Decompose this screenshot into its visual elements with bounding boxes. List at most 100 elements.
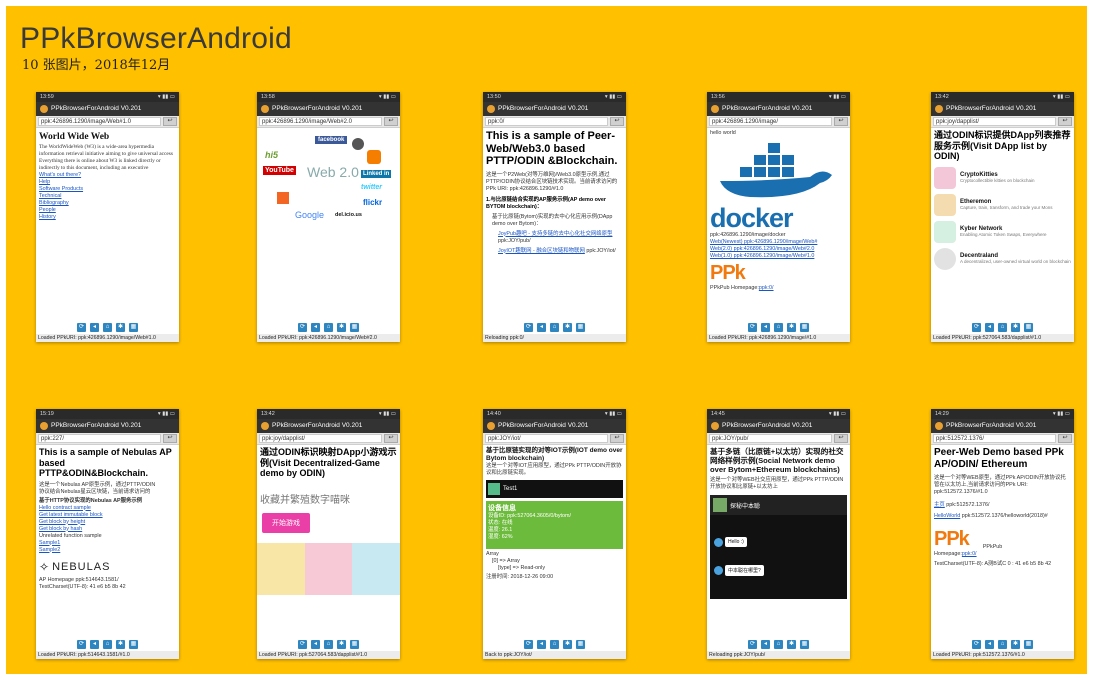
- back-icon[interactable]: ◂: [311, 322, 320, 332]
- settings-icon[interactable]: ✱: [787, 322, 796, 332]
- grid-icon[interactable]: ▦: [800, 639, 809, 649]
- home-icon[interactable]: ⌂: [324, 639, 333, 649]
- home-icon[interactable]: ⌂: [774, 322, 783, 332]
- back-icon[interactable]: ◂: [90, 639, 99, 649]
- back-icon[interactable]: ◂: [311, 639, 320, 649]
- grid-icon[interactable]: ▦: [1024, 639, 1033, 649]
- settings-icon[interactable]: ✱: [1011, 322, 1020, 332]
- home-icon[interactable]: ⌂: [550, 322, 559, 332]
- screenshot-web20[interactable]: 13:58 ▾ ▮▮ ▭ PPkBrowserForAndroid V0.201 …: [257, 92, 400, 342]
- grid-icon[interactable]: ▦: [129, 322, 138, 332]
- home-icon[interactable]: ⌂: [998, 322, 1007, 332]
- grid-icon[interactable]: ▦: [350, 322, 359, 332]
- app-icon: [261, 105, 269, 113]
- app-bar: PPkBrowserForAndroid V0.201: [931, 102, 1074, 116]
- url-input[interactable]: ppk:JOY/iot/: [485, 434, 608, 443]
- settings-icon[interactable]: ✱: [116, 639, 125, 649]
- url-input[interactable]: ppk:426896.1290/image/: [709, 117, 832, 126]
- url-input[interactable]: ppk:512572.1376/: [933, 434, 1056, 443]
- screenshot-docker[interactable]: 13:56 ▾ ▮▮ ▭ PPkBrowserForAndroid V0.201 …: [707, 92, 850, 342]
- back-icon[interactable]: ◂: [537, 639, 546, 649]
- refresh-icon[interactable]: ⟳: [77, 322, 86, 332]
- back-icon[interactable]: ◂: [761, 322, 770, 332]
- back-icon[interactable]: ◂: [985, 639, 994, 649]
- settings-icon[interactable]: ✱: [787, 639, 796, 649]
- back-icon[interactable]: ◂: [90, 322, 99, 332]
- link-joypub[interactable]: JoyPub趣吧 - 支持多链的去中心化社交网络原型: [498, 231, 612, 237]
- url-bar: ppk:joy/dapplist/↩: [257, 433, 400, 445]
- settings-icon[interactable]: ✱: [1011, 639, 1020, 649]
- device-info-panel: 设备信息 设备ID: ppk:527064.3605/0/bytom/ 状态: …: [486, 501, 623, 549]
- settings-icon[interactable]: ✱: [563, 322, 572, 332]
- nav-toolbar: ⟳ ◂ ⌂ ✱ ▦: [931, 637, 1074, 651]
- url-input[interactable]: ppk:227/: [38, 434, 161, 443]
- grid-icon[interactable]: ▦: [576, 639, 585, 649]
- grid-icon[interactable]: ▦: [350, 639, 359, 649]
- go-button[interactable]: ↩: [610, 117, 624, 126]
- home-icon[interactable]: ⌂: [998, 639, 1007, 649]
- list-item[interactable]: Kyber Network Enabling Atomic Token Swaps…: [934, 220, 1071, 243]
- refresh-icon[interactable]: ⟳: [972, 322, 981, 332]
- screenshot-nebulas[interactable]: 15:19 ▾ ▮▮ ▭ PPkBrowserForAndroid V0.201 …: [36, 409, 179, 659]
- screenshot-dapp-game[interactable]: 13:42 ▾ ▮▮ ▭ PPkBrowserForAndroid V0.201 …: [257, 409, 400, 659]
- url-input[interactable]: ppk:0/: [485, 117, 608, 126]
- url-input[interactable]: ppk:joy/dapplist/: [933, 117, 1056, 126]
- url-bar: ppk:426896.1290/image/↩: [707, 116, 850, 128]
- refresh-icon[interactable]: ⟳: [748, 322, 757, 332]
- go-button[interactable]: ↩: [384, 434, 398, 443]
- go-button[interactable]: ↩: [163, 117, 177, 126]
- screenshot-www[interactable]: 13:59 ▾ ▮▮ ▭ PPkBrowserForAndroid V0.201 …: [36, 92, 179, 342]
- homepage-link[interactable]: ppk:0/: [759, 285, 774, 291]
- url-input[interactable]: ppk:JOY/pub/: [709, 434, 832, 443]
- go-button[interactable]: ↩: [1058, 434, 1072, 443]
- grid-icon[interactable]: ▦: [129, 639, 138, 649]
- list-item[interactable]: CryptoKitties Cryptocollectible kitties o…: [934, 166, 1071, 189]
- url-input[interactable]: ppk:joy/dapplist/: [259, 434, 382, 443]
- go-button[interactable]: ↩: [610, 434, 624, 443]
- url-input[interactable]: ppk:426896.1290/image/Web#1.0: [38, 117, 161, 126]
- refresh-icon[interactable]: ⟳: [524, 322, 533, 332]
- refresh-icon[interactable]: ⟳: [748, 639, 757, 649]
- screenshot-ethereum[interactable]: 14:29 ▾ ▮▮ ▭ PPkBrowserForAndroid V0.201 …: [931, 409, 1074, 659]
- back-icon[interactable]: ◂: [985, 322, 994, 332]
- nav-toolbar: ⟳ ◂ ⌂ ✱ ▦: [483, 320, 626, 334]
- grid-icon[interactable]: ▦: [1024, 322, 1033, 332]
- screenshot-dapp-list[interactable]: 13:42 ▾ ▮▮ ▭ PPkBrowserForAndroid V0.201 …: [931, 92, 1074, 342]
- refresh-icon[interactable]: ⟳: [524, 639, 533, 649]
- screenshot-peerweb-sample[interactable]: 13:50 ▾ ▮▮ ▭ PPkBrowserForAndroid V0.201 …: [483, 92, 626, 342]
- url-input[interactable]: ppk:426896.1290/image/Web#2.0: [259, 117, 382, 126]
- screenshot-social[interactable]: 14:45 ▾ ▮▮ ▭ PPkBrowserForAndroid V0.201 …: [707, 409, 850, 659]
- start-game-button[interactable]: 开始游戏: [262, 512, 310, 533]
- go-button[interactable]: ↩: [163, 434, 177, 443]
- settings-icon[interactable]: ✱: [337, 639, 346, 649]
- home-icon[interactable]: ⌂: [774, 639, 783, 649]
- home-icon[interactable]: ⌂: [324, 322, 333, 332]
- grid-icon[interactable]: ▦: [800, 322, 809, 332]
- grid-icon[interactable]: ▦: [576, 322, 585, 332]
- go-button[interactable]: ↩: [834, 117, 848, 126]
- screenshot-iot[interactable]: 14:40 ▾ ▮▮ ▭ PPkBrowserForAndroid V0.201 …: [483, 409, 626, 659]
- settings-icon[interactable]: ✱: [563, 639, 572, 649]
- refresh-icon[interactable]: ⟳: [972, 639, 981, 649]
- home-link[interactable]: 主页: [934, 502, 945, 508]
- settings-icon[interactable]: ✱: [337, 322, 346, 332]
- refresh-icon[interactable]: ⟳: [77, 639, 86, 649]
- refresh-icon[interactable]: ⟳: [298, 639, 307, 649]
- link-joyiot[interactable]: JoyIOT趣联网 - 融合区块链和物联网: [498, 248, 585, 254]
- refresh-icon[interactable]: ⟳: [298, 322, 307, 332]
- app-bar: PPkBrowserForAndroid V0.201: [931, 419, 1074, 433]
- homepage-link[interactable]: ppk:0/: [962, 551, 977, 557]
- list-item[interactable]: Decentraland A decentralized, user-owned …: [934, 247, 1071, 270]
- list-item[interactable]: Etheremon Capture, train, transform, and …: [934, 193, 1071, 216]
- settings-icon[interactable]: ✱: [116, 322, 125, 332]
- go-button[interactable]: ↩: [1058, 117, 1072, 126]
- back-icon[interactable]: ◂: [537, 322, 546, 332]
- device-header[interactable]: Test1: [486, 480, 623, 498]
- go-button[interactable]: ↩: [384, 117, 398, 126]
- home-icon[interactable]: ⌂: [103, 322, 112, 332]
- home-icon[interactable]: ⌂: [103, 639, 112, 649]
- back-icon[interactable]: ◂: [761, 639, 770, 649]
- home-icon[interactable]: ⌂: [550, 639, 559, 649]
- helloworld-link[interactable]: HelloWorld: [934, 513, 960, 519]
- go-button[interactable]: ↩: [834, 434, 848, 443]
